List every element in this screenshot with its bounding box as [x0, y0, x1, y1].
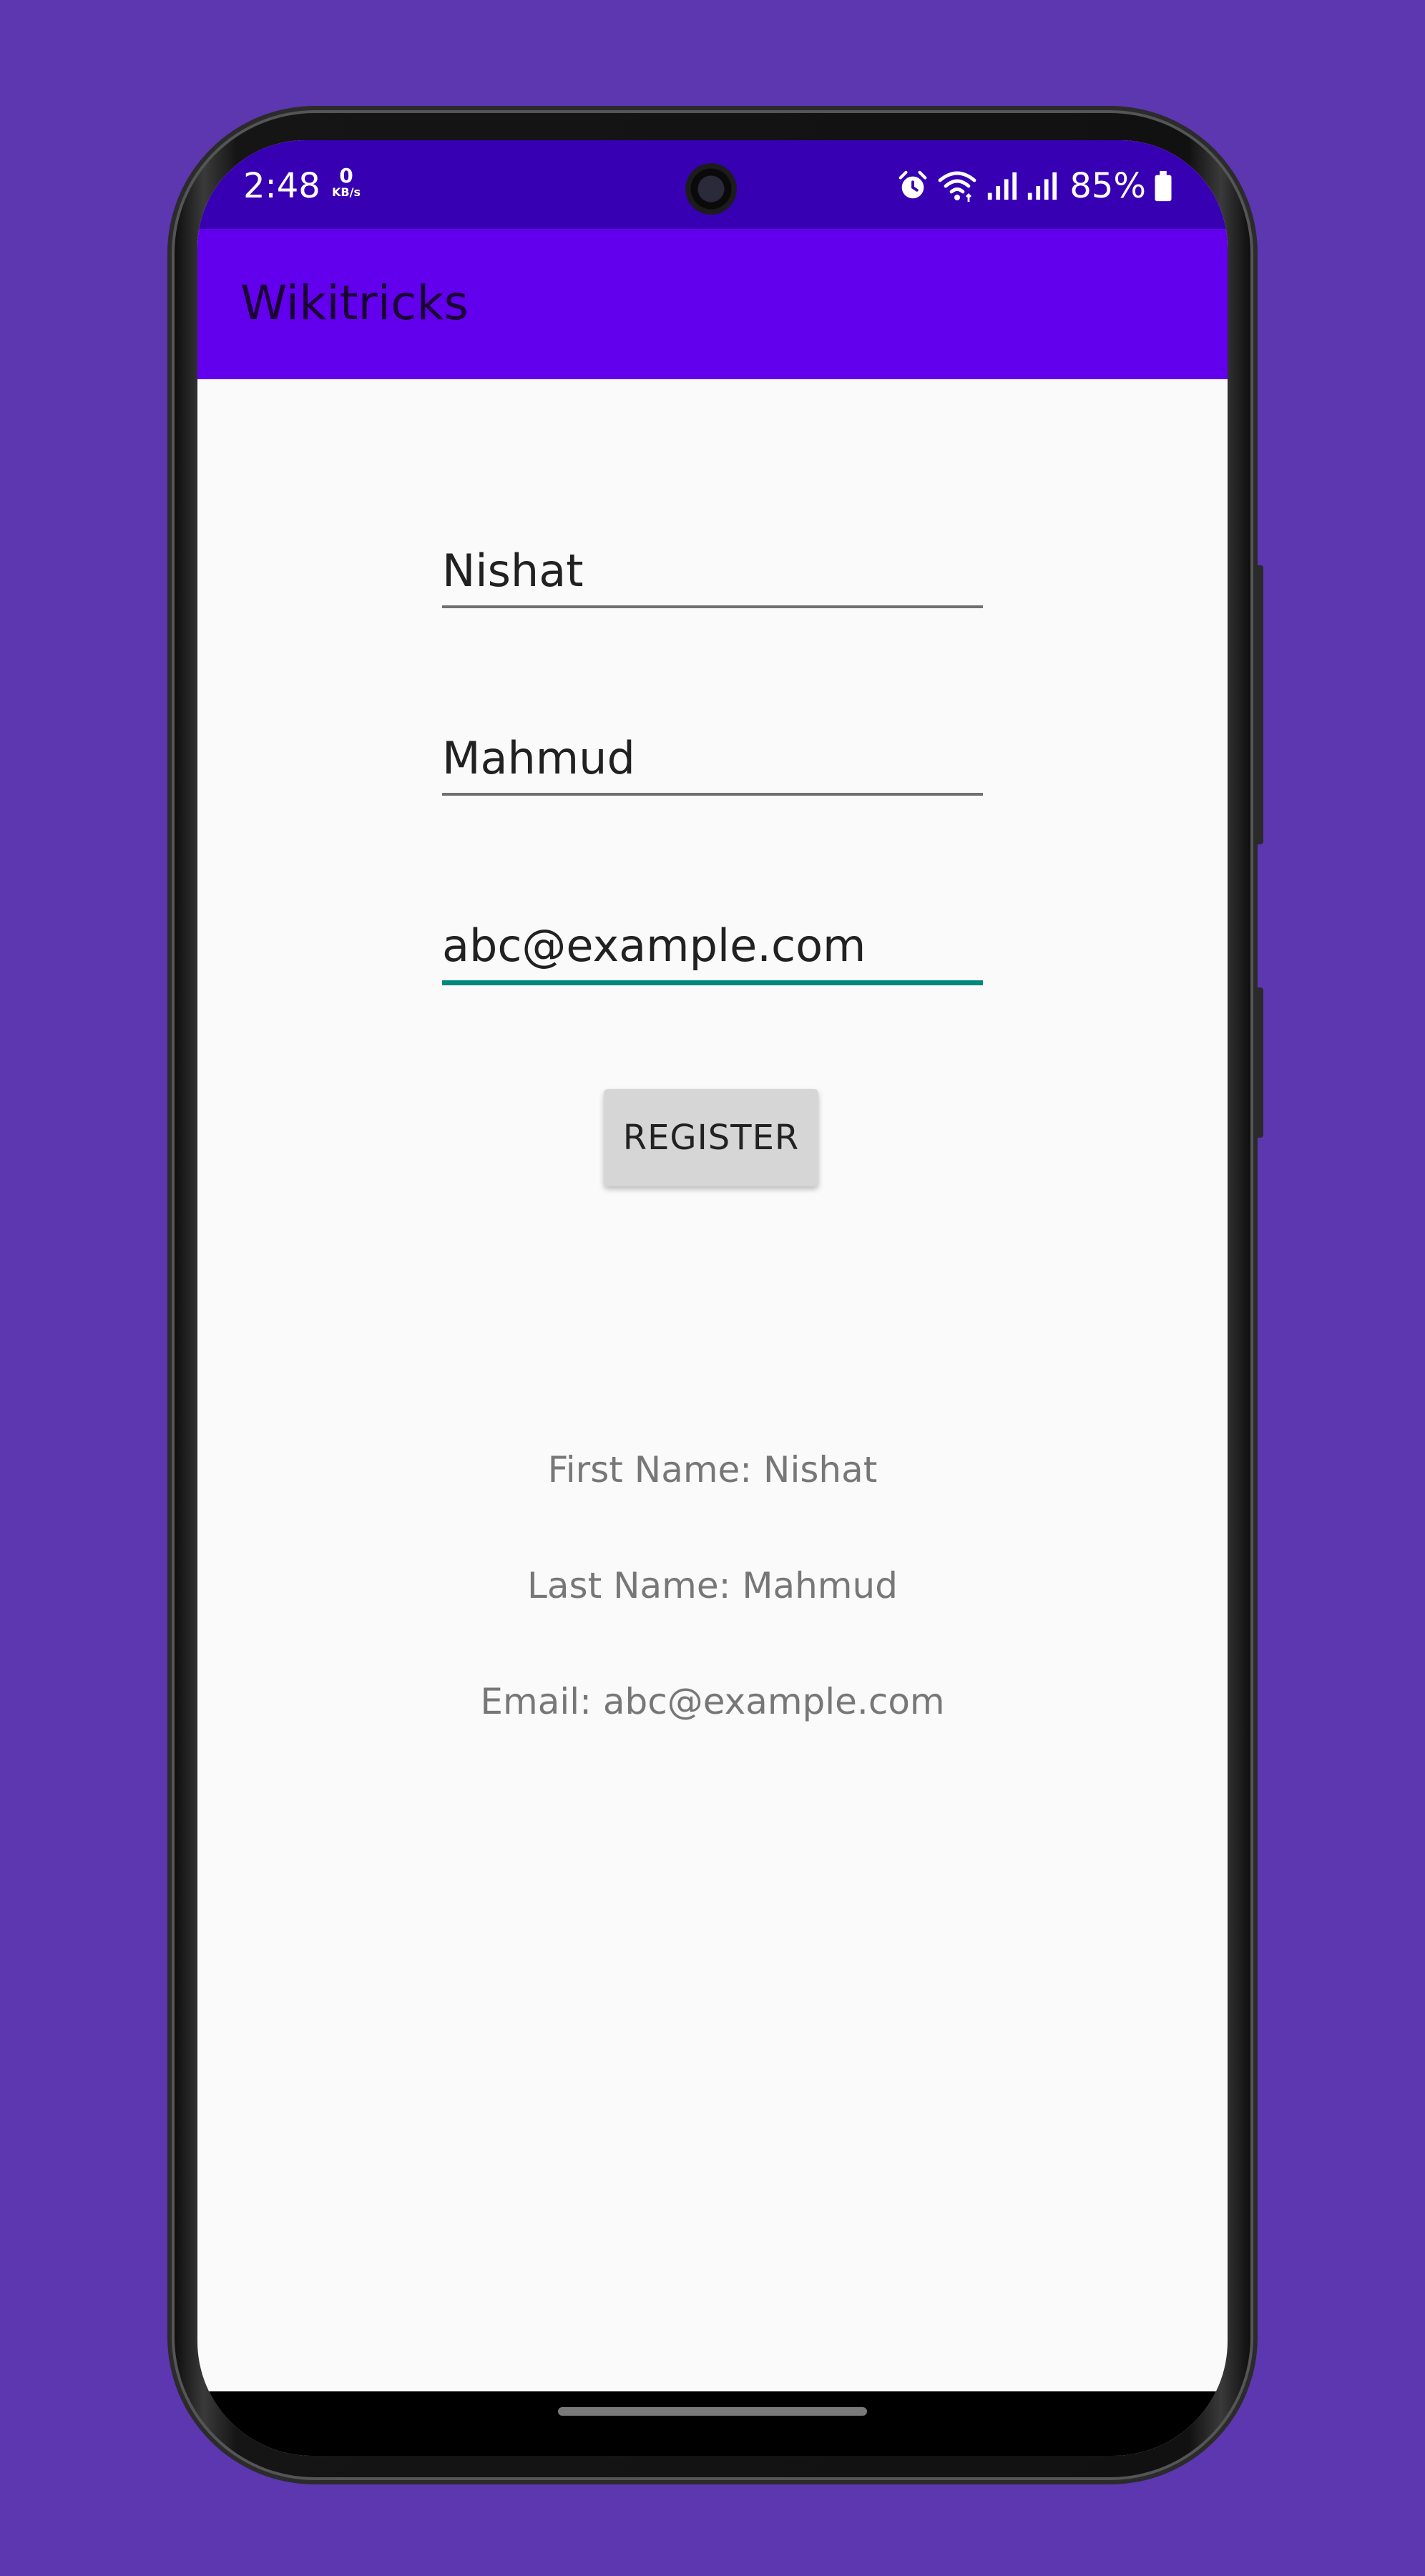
first-name-underline — [442, 605, 983, 608]
email-result: Email: abc@example.com — [480, 1681, 945, 1722]
power-button — [1253, 987, 1263, 1138]
phone-screen: 2:48 0 KB/s 85% Wikitricks Nishat Mahmud… — [197, 140, 1228, 2456]
volume-button — [1253, 565, 1263, 844]
front-camera — [685, 163, 737, 215]
wifi-icon — [936, 169, 978, 203]
last-name-input[interactable]: Mahmud — [442, 730, 983, 787]
email-input[interactable]: abc@example.com — [442, 917, 983, 975]
home-indicator[interactable] — [558, 2407, 867, 2416]
app-title: Wikitricks — [240, 275, 469, 331]
network-speed-unit: KB/s — [332, 185, 361, 199]
email-field[interactable]: abc@example.com — [442, 917, 983, 985]
status-bar: 2:48 0 KB/s 85% — [197, 140, 1228, 229]
battery-percent: 85% — [1069, 166, 1146, 206]
first-name-result: First Name: Nishat — [547, 1449, 878, 1491]
network-speed: 0 KB/s — [325, 166, 368, 199]
battery-icon — [1153, 170, 1173, 203]
last-name-underline — [442, 793, 983, 796]
navigation-bar — [197, 2391, 1228, 2456]
network-speed-value: 0 — [339, 164, 353, 187]
last-name-result: Last Name: Mahmud — [527, 1565, 898, 1606]
register-button[interactable]: REGISTER — [604, 1089, 818, 1186]
first-name-field[interactable]: Nishat — [442, 542, 983, 608]
last-name-field[interactable]: Mahmud — [442, 730, 983, 796]
signal-icon — [1025, 170, 1058, 203]
signal-icon — [985, 170, 1018, 203]
email-underline — [442, 980, 983, 985]
status-icons: 85% — [896, 165, 1173, 208]
app-bar: Wikitricks — [197, 229, 1228, 379]
alarm-icon — [896, 170, 929, 203]
first-name-input[interactable]: Nishat — [442, 542, 983, 600]
status-time: 2:48 — [243, 166, 320, 206]
